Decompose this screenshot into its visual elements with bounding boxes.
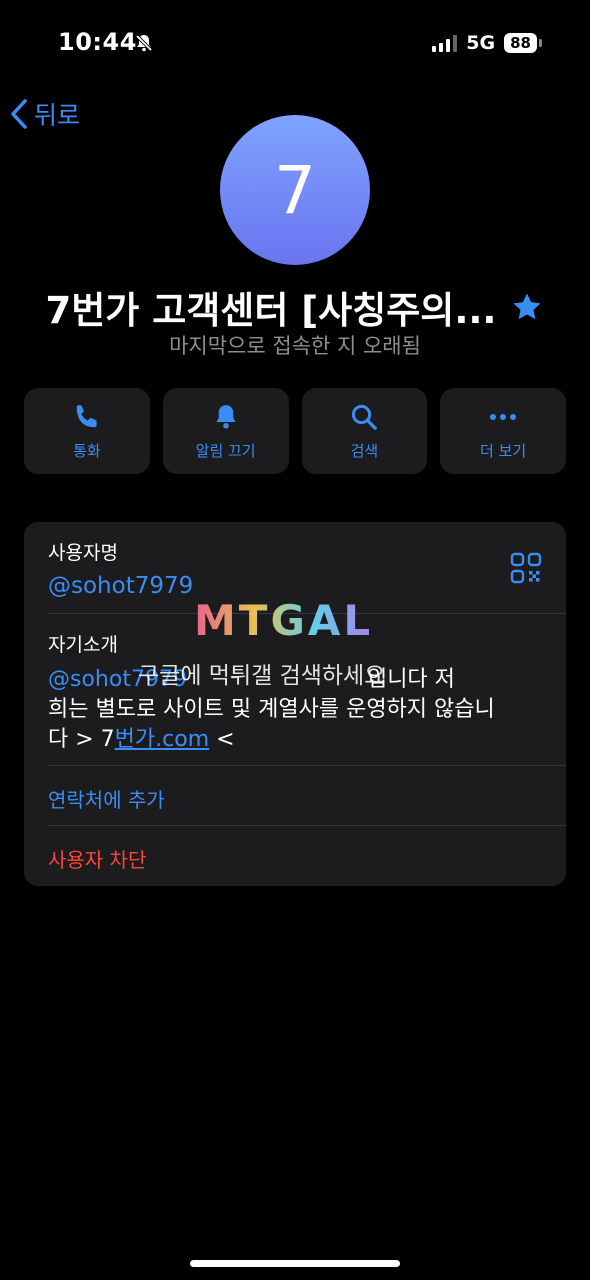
bell-icon: [216, 404, 236, 428]
search-icon: [352, 404, 378, 430]
battery-icon: 88: [504, 33, 542, 53]
back-label: 뒤로: [34, 101, 81, 130]
phone-icon: [76, 404, 97, 427]
home-indicator[interactable]: [190, 1260, 400, 1267]
avatar-letter: 7: [274, 151, 316, 229]
signal-icon: [432, 34, 458, 52]
search-button[interactable]: 검색: [301, 388, 428, 474]
status-indicators: 5G 88: [432, 32, 542, 54]
avatar[interactable]: 7: [220, 115, 370, 265]
info-card: 사용자명 @sohot7979 자기소개 @sohot7979 입니다 저 희는 …: [24, 522, 566, 886]
block-user-button[interactable]: 사용자 차단: [48, 844, 146, 873]
bio-line2: 희는 별도로 사이트 및 계열사를 운영하지 않습니: [48, 697, 495, 722]
more-icon: [490, 413, 517, 420]
profile-name: 7번가 고객센터 [사칭주의...: [45, 289, 497, 332]
divider: [48, 765, 566, 766]
add-contact-button[interactable]: 연락처에 추가: [48, 784, 165, 813]
username-value[interactable]: @sohot7979: [48, 573, 193, 599]
chevron-left-icon: [11, 99, 27, 129]
profile-name-row: 7번가 고객센터 [사칭주의...: [0, 280, 590, 334]
mute-button[interactable]: 알림 끄기: [162, 388, 289, 474]
mute-label: 알림 끄기: [195, 441, 256, 460]
battery-level: 88: [504, 33, 537, 53]
watermark-logo: MTGAL: [194, 596, 374, 645]
search-label: 검색: [350, 441, 379, 460]
more-button[interactable]: 더 보기: [440, 388, 566, 474]
username-section: 사용자명 @sohot7979: [48, 538, 193, 599]
qr-code-icon[interactable]: [510, 552, 542, 588]
call-button[interactable]: 통화: [24, 388, 150, 474]
watermark-text: 구글에 먹튀갤 검색하세요: [138, 663, 386, 689]
username-label: 사용자명: [48, 542, 118, 564]
bio-site-link[interactable]: 번가.com: [115, 727, 209, 752]
call-label: 통화: [73, 441, 101, 460]
status-time: 10:44: [58, 28, 137, 56]
network-type: 5G: [466, 32, 496, 54]
divider: [48, 825, 566, 826]
more-label: 더 보기: [480, 441, 527, 460]
bio-line3-post: <: [209, 727, 235, 752]
back-button[interactable]: 뒤로: [10, 96, 80, 132]
action-buttons: 통화 알림 끄기 검색 더 보기: [24, 388, 566, 474]
bio-section: 자기소개 @sohot7979 입니다 저 희는 별도로 사이트 및 계열사를 운…: [48, 630, 548, 755]
last-seen-status: 마지막으로 접속한 지 오래됨: [169, 334, 421, 358]
bell-slash-icon: [134, 33, 154, 57]
star-icon[interactable]: [510, 290, 544, 324]
bio-line3-pre: 다 > 7: [48, 727, 115, 752]
